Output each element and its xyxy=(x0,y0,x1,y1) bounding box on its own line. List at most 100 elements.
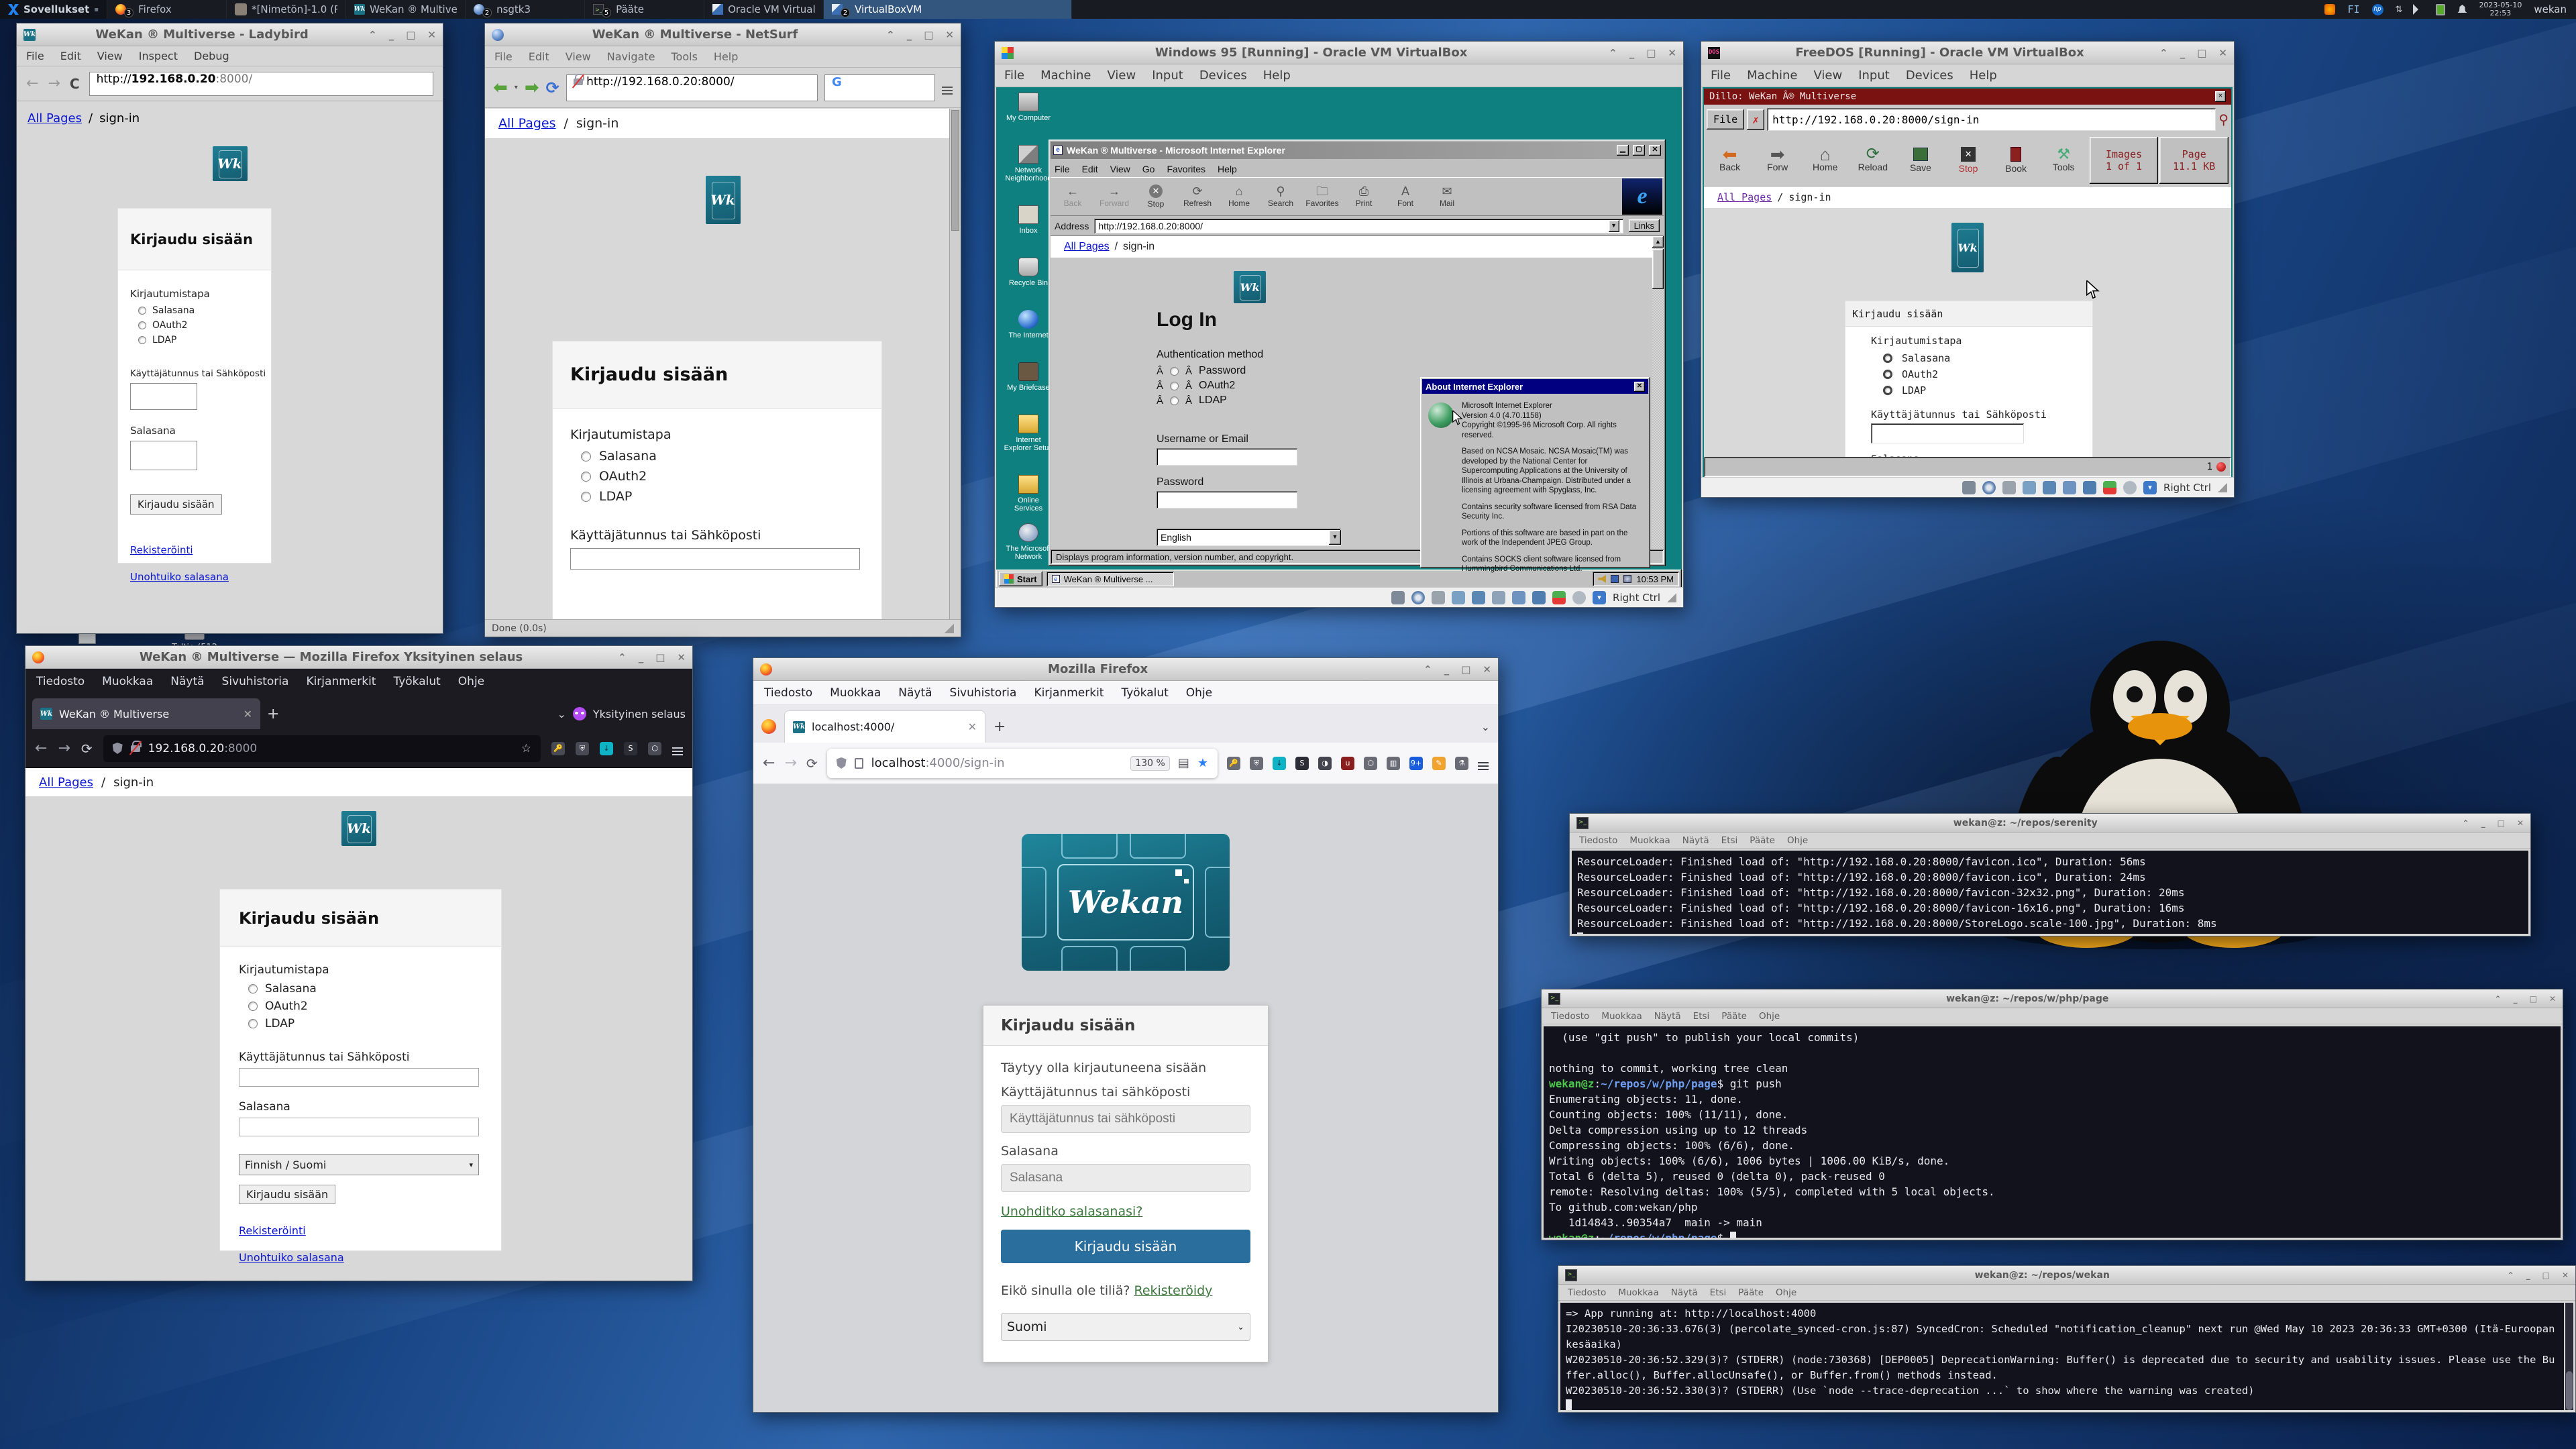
forgot-password-link[interactable]: Unohtuiko salasana xyxy=(130,571,229,583)
dialog-titlebar[interactable]: About Internet Explorer ✕ xyxy=(1422,379,1648,394)
tracking-shield-icon[interactable] xyxy=(113,743,123,754)
close-button[interactable]: ✕ xyxy=(945,29,954,41)
dillo-save-button[interactable]: Save xyxy=(1897,136,1943,184)
menu-edit[interactable]: Edit xyxy=(529,50,549,63)
maximize-button[interactable]: □ xyxy=(2530,994,2537,1004)
ext-s-icon[interactable]: S xyxy=(624,742,637,755)
url-input[interactable]: http://192.168.0.20:8000/ xyxy=(89,72,433,96)
menu-machine[interactable]: Machine xyxy=(1747,68,1797,83)
password-input[interactable] xyxy=(1157,491,1297,508)
shade-button[interactable]: ⌃ xyxy=(618,651,627,663)
taskbar-task-wekan[interactable]: e WeKan ® Multiverse ... xyxy=(1046,572,1174,586)
win95-icon-recycle-bin[interactable]: Recycle Bin xyxy=(1003,258,1054,287)
ie-favorites-button[interactable]: 🗀Favorites xyxy=(1301,178,1343,215)
minimize-button[interactable]: _ xyxy=(2526,1271,2530,1280)
breadcrumb-all-pages-link[interactable]: All Pages xyxy=(1064,241,1110,253)
ie-stop-button[interactable]: ✕Stop xyxy=(1135,178,1177,215)
maximize-button[interactable]: □ xyxy=(655,651,665,663)
menu-view[interactable]: View xyxy=(1110,164,1130,174)
maximize-button[interactable]: □ xyxy=(1461,663,1470,676)
vbox-tray-icon[interactable] xyxy=(2324,4,2335,15)
menu-paate[interactable]: Pääte xyxy=(1721,1011,1747,1022)
menu-nayta[interactable]: Näytä xyxy=(170,675,204,688)
radio-oauth2[interactable] xyxy=(138,321,146,329)
menu-kirjanmerkit[interactable]: Kirjanmerkit xyxy=(1034,686,1104,700)
titlebar[interactable]: >_ wekan@z: ~/repos/serenity ⌃_□✕ xyxy=(1570,814,2530,833)
shade-button[interactable]: ⌃ xyxy=(2508,1271,2514,1280)
win95-icon-the-internet[interactable]: The Internet xyxy=(1003,310,1054,339)
dillo-titlebar[interactable]: Dillo: WeKan Â® Multiverse ✕ xyxy=(1704,89,2231,105)
forward-icon[interactable]: → xyxy=(48,75,60,92)
maximize-button[interactable]: □ xyxy=(2498,818,2505,828)
menu-etsi[interactable]: Etsi xyxy=(1693,1011,1710,1022)
url-bar[interactable]: localhost:4000/sign-in 130 % ▤ ★ xyxy=(827,749,1218,778)
ext-keepassxc-icon[interactable]: 🔑 xyxy=(551,742,565,755)
reload-icon[interactable]: ⟳ xyxy=(81,741,93,757)
breadcrumb-all-pages-link[interactable]: All Pages xyxy=(28,111,82,125)
menu-tiedosto[interactable]: Tiedosto xyxy=(1568,1287,1606,1298)
shade-button[interactable]: ⌃ xyxy=(1609,47,1617,59)
menu-help[interactable]: Help xyxy=(1970,68,1997,83)
page-info-icon[interactable] xyxy=(855,758,863,769)
register-link[interactable]: Rekisteröinti xyxy=(130,544,193,556)
maximize-button[interactable]: □ xyxy=(1646,47,1656,59)
password-input[interactable] xyxy=(239,1118,479,1136)
menu-nayta[interactable]: Näytä xyxy=(1654,1011,1681,1022)
password-input[interactable] xyxy=(1001,1164,1250,1192)
menu-list-icon[interactable] xyxy=(942,81,953,94)
menu-devices[interactable]: Devices xyxy=(1906,68,1953,83)
close-button[interactable]: ✕ xyxy=(1668,47,1676,59)
titlebar[interactable]: >_ wekan@z: ~/repos/wekan ⌃_□✕ xyxy=(1558,1266,2575,1285)
resize-grip[interactable] xyxy=(945,624,954,633)
taskbar-item-firefox[interactable]: 3 Firefox xyxy=(107,0,227,19)
signin-button[interactable]: Kirjaudu sisään xyxy=(1001,1230,1250,1263)
back-icon[interactable]: ← xyxy=(26,75,38,92)
radio-oauth2[interactable] xyxy=(1883,370,1892,379)
menu-file[interactable]: File xyxy=(1711,68,1731,83)
menu-inspect[interactable]: Inspect xyxy=(139,50,178,62)
zoom-level-badge[interactable]: 130 % xyxy=(1130,756,1169,771)
menu-help[interactable]: Help xyxy=(714,50,738,63)
menu-muokkaa[interactable]: Muokkaa xyxy=(1601,1011,1642,1022)
language-select[interactable]: Finnish / Suomi▾ xyxy=(239,1154,479,1175)
back-icon[interactable]: ⬅ xyxy=(493,78,508,98)
menu-tiedosto[interactable]: Tiedosto xyxy=(1551,1011,1589,1022)
scrollbar[interactable] xyxy=(2565,1303,2573,1410)
clock[interactable]: 2023-05-10 22:53 xyxy=(2479,1,2522,17)
menu-paate[interactable]: Pääte xyxy=(1750,835,1775,846)
maximize-button[interactable]: □ xyxy=(406,29,415,41)
username-input[interactable] xyxy=(1157,448,1297,466)
minimize-button[interactable]: _ xyxy=(1629,47,1635,59)
menu-debug[interactable]: Debug xyxy=(194,50,229,62)
hp-tray-icon[interactable]: hp xyxy=(2372,4,2383,15)
menu-help[interactable]: Help xyxy=(1263,68,1291,83)
taskbar-item-virtualboxvm[interactable]: 2 VirtualBoxVM xyxy=(824,0,1072,19)
menu-nayta[interactable]: Näytä xyxy=(1682,835,1709,846)
dillo-bug-icon[interactable] xyxy=(2216,462,2226,472)
breadcrumb-all-pages-link[interactable]: All Pages xyxy=(39,775,93,790)
win95-icon-online-services[interactable]: Online Services xyxy=(1003,475,1054,513)
menu-tools[interactable]: Tools xyxy=(672,50,698,63)
menu-view[interactable]: View xyxy=(566,50,591,63)
menu-devices[interactable]: Devices xyxy=(1199,68,1247,83)
menu-go[interactable]: Go xyxy=(1142,164,1155,174)
dillo-close-button[interactable]: ✕ xyxy=(2215,91,2226,102)
ext-flask-icon[interactable]: ⚗ xyxy=(1455,757,1468,770)
radio-ldap[interactable] xyxy=(138,336,146,344)
taskbar-item-wekan-ladybird[interactable]: Wk WeKan ® Multiverse - L... xyxy=(346,0,466,19)
schedule-icon[interactable] xyxy=(1611,575,1619,583)
search-input[interactable]: G xyxy=(824,74,935,101)
password-input[interactable] xyxy=(130,441,197,470)
menu-tiedosto[interactable]: Tiedosto xyxy=(764,686,812,700)
menu-ohje[interactable]: Ohje xyxy=(1776,1287,1796,1298)
ie-search-button[interactable]: ⚲Search xyxy=(1260,178,1301,215)
terminal-output[interactable]: => App running at: http://localhost:4000… xyxy=(1560,1303,2564,1410)
taskbar-item-vbox-manager[interactable]: Oracle VM VirtualBox M... xyxy=(704,0,824,19)
titlebar[interactable]: Mozilla Firefox ⌃_□✕ xyxy=(753,658,1498,681)
menu-edit[interactable]: Edit xyxy=(60,50,81,62)
netsurf-titlebar[interactable]: WeKan ® Multiverse - NetSurf ⌃_□✕ xyxy=(485,23,961,46)
menu-paate[interactable]: Pääte xyxy=(1738,1287,1764,1298)
menu-tyokalut[interactable]: Työkalut xyxy=(1121,686,1168,700)
ie-font-button[interactable]: AFont xyxy=(1385,178,1426,215)
ie-print-button[interactable]: ⎙Print xyxy=(1343,178,1385,215)
